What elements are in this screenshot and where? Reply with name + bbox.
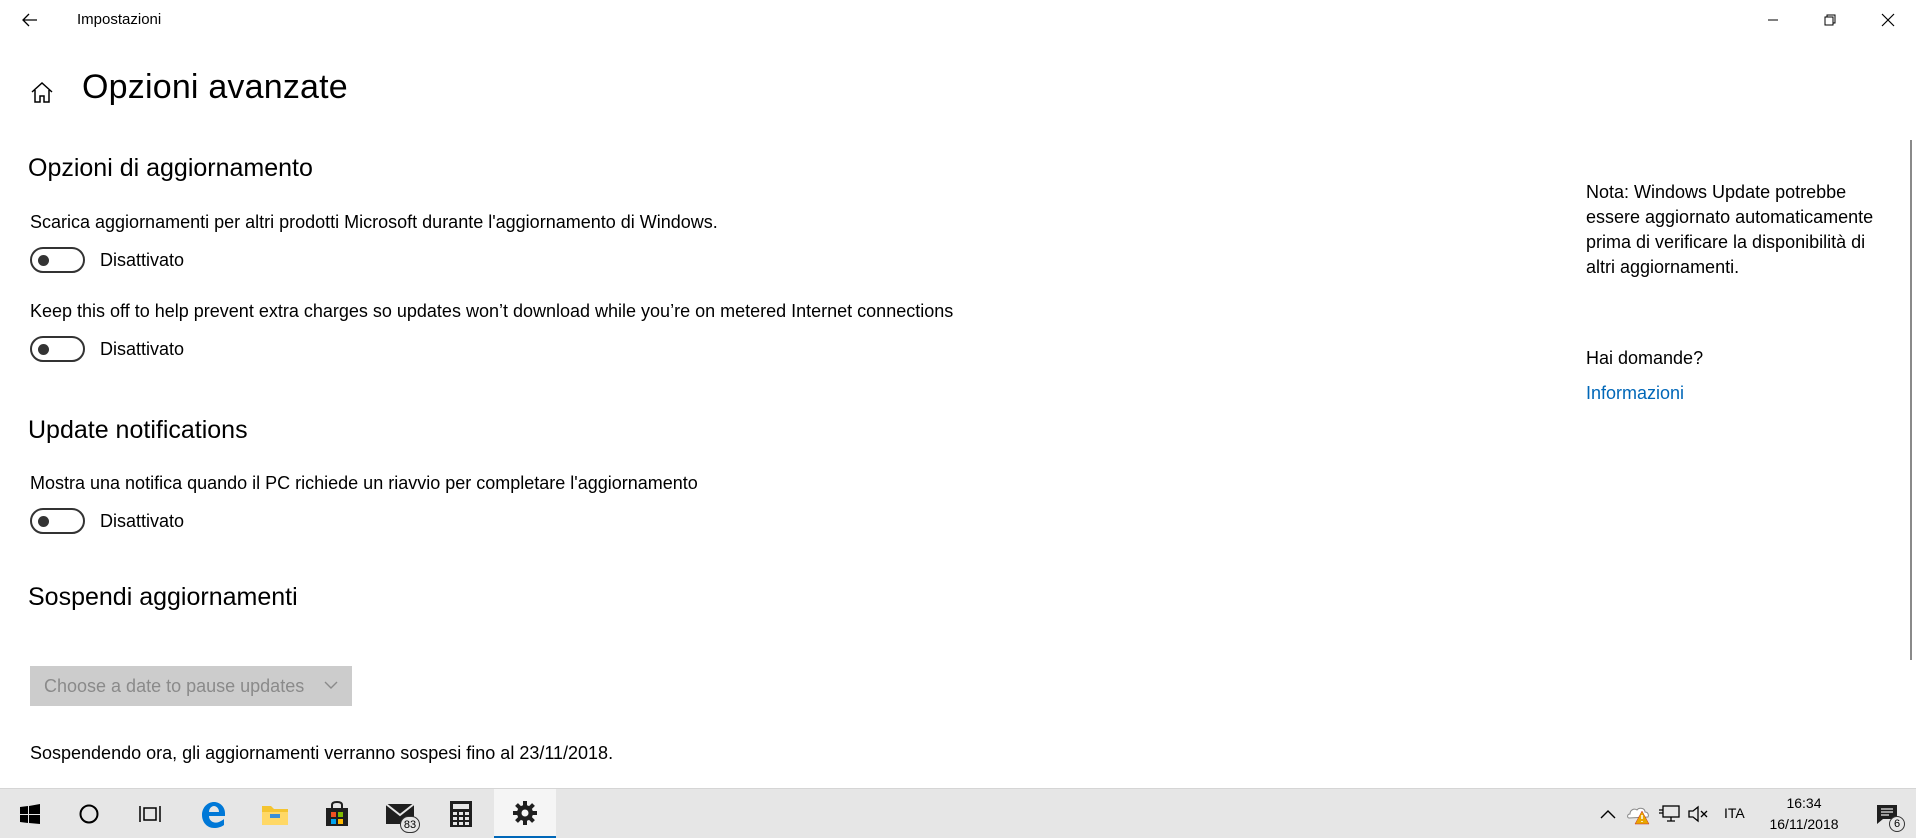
taskbar-settings[interactable] — [494, 789, 556, 838]
action-center-button[interactable]: 6 — [1862, 789, 1912, 838]
pause-dropdown-label: Choose a date to pause updates — [44, 675, 305, 696]
page-title: Opzioni avanzate — [82, 68, 348, 106]
toggle-other-products[interactable] — [30, 247, 85, 273]
toggle-state-label: Disattivato — [100, 338, 185, 359]
restore-icon — [1824, 14, 1836, 26]
onedrive-warning-icon — [1627, 807, 1650, 825]
calculator-icon — [450, 801, 472, 827]
task-view-button[interactable] — [122, 789, 178, 838]
taskbar-mail[interactable]: 83 — [372, 789, 428, 838]
task-view-icon — [139, 806, 161, 822]
taskbar-file-explorer[interactable] — [247, 789, 303, 838]
settings-gear-icon — [513, 800, 537, 825]
tray-date: 16/11/2018 — [1769, 816, 1839, 832]
cortana-search-icon — [79, 804, 99, 824]
windows-start-icon — [20, 804, 40, 824]
home-button[interactable] — [24, 74, 60, 110]
side-panel-question: Hai domande? — [1586, 348, 1704, 368]
toggle-knob — [38, 255, 49, 266]
store-icon — [326, 800, 348, 826]
minimize-icon — [1768, 19, 1778, 21]
mail-unread-badge: 83 — [400, 816, 420, 833]
tray-show-hidden[interactable] — [1596, 789, 1620, 838]
volume-muted-icon — [1688, 805, 1708, 823]
section-title-update-notifications: Update notifications — [28, 416, 248, 444]
vertical-scrollbar[interactable] — [1910, 140, 1912, 660]
tray-onedrive-warning[interactable] — [1626, 789, 1652, 838]
window-title: Impostazioni — [77, 11, 162, 28]
taskbar-store[interactable] — [309, 789, 365, 838]
close-button[interactable] — [1860, 0, 1916, 40]
section-title-update-options: Opzioni di aggiornamento — [28, 154, 313, 182]
taskbar-calculator[interactable] — [433, 789, 489, 838]
toggle-metered[interactable] — [30, 336, 85, 362]
setting-desc-other-products: Scarica aggiornamenti per altri prodotti… — [30, 212, 718, 232]
start-button[interactable] — [2, 789, 58, 838]
file-explorer-icon — [262, 806, 288, 825]
close-icon — [1881, 13, 1895, 27]
setting-desc-restart-notification: Mostra una notifica quando il PC richied… — [30, 473, 698, 493]
back-arrow-icon — [22, 13, 37, 27]
notification-count-badge: 6 — [1889, 816, 1905, 832]
toggle-row-other-products: Disattivato — [30, 247, 184, 273]
toggle-row-restart-notification: Disattivato — [30, 508, 184, 534]
restore-button[interactable] — [1802, 0, 1858, 40]
tray-time: 16:34 — [1786, 795, 1822, 811]
back-button[interactable] — [10, 0, 50, 40]
side-panel-note: Nota: Windows Update potrebbe essere agg… — [1586, 182, 1874, 277]
tray-language[interactable]: ITA — [1724, 805, 1745, 821]
section-title-pause-updates: Sospendi aggiornamenti — [28, 583, 298, 611]
chevron-up-icon — [1600, 810, 1616, 819]
network-ethernet-icon — [1659, 805, 1680, 822]
toggle-knob — [38, 344, 49, 355]
toggle-knob — [38, 516, 49, 527]
minimize-button[interactable] — [1745, 0, 1801, 40]
chevron-down-icon — [324, 681, 338, 689]
pause-until-note: Sospendendo ora, gli aggiornamenti verra… — [30, 743, 614, 763]
toggle-row-metered: Disattivato — [30, 336, 184, 362]
edge-browser-icon — [202, 802, 225, 828]
pause-date-dropdown[interactable]: Choose a date to pause updates — [30, 666, 352, 706]
side-panel-info-link[interactable]: Informazioni — [1586, 383, 1684, 404]
home-icon — [31, 81, 53, 103]
toggle-state-label: Disattivato — [100, 510, 185, 531]
taskbar: 83 ITA 16:34 16/11/2018 6 — [0, 788, 1916, 838]
title-bar: Impostazioni — [0, 0, 1916, 40]
cortana-button[interactable] — [61, 789, 117, 838]
toggle-state-label: Disattivato — [100, 249, 185, 270]
tray-clock[interactable]: 16:34 16/11/2018 — [1756, 793, 1852, 835]
tray-network[interactable] — [1656, 789, 1682, 838]
tray-volume[interactable] — [1685, 789, 1711, 838]
setting-desc-metered: Keep this off to help prevent extra char… — [30, 301, 954, 321]
toggle-restart-notification[interactable] — [30, 508, 85, 534]
taskbar-edge[interactable] — [185, 789, 241, 838]
